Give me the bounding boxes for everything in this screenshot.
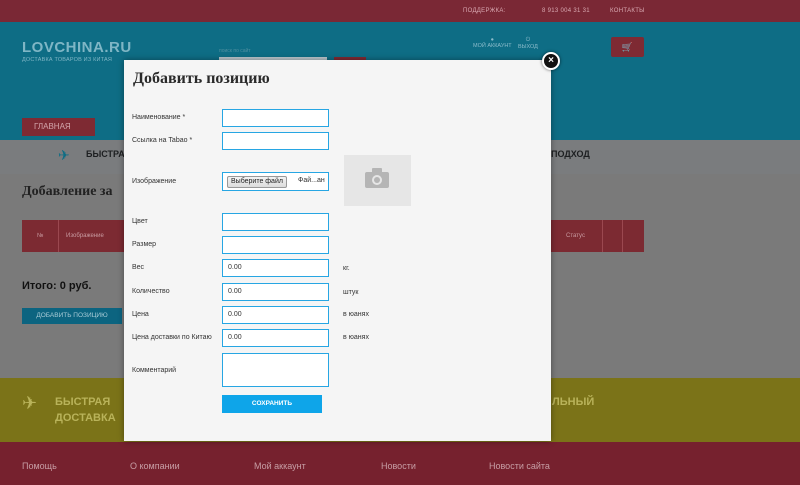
cart-icon: 🛒 <box>621 42 634 52</box>
file-status: Фай...ан <box>298 177 325 184</box>
price-input[interactable]: 0.00 <box>222 306 329 324</box>
delivery-price-unit: в юанях <box>343 334 369 341</box>
close-icon: × <box>548 55 554 66</box>
banner-fast-line1: БЫСТРАЯ <box>55 396 111 408</box>
image-file-input[interactable]: Выберите файл Фай...ан <box>222 172 329 191</box>
price-label: Цена <box>132 311 149 318</box>
camera-icon <box>365 168 389 188</box>
quantity-unit: штук <box>343 289 359 296</box>
image-label: Изображение <box>132 178 177 185</box>
weight-input[interactable]: 0.00 <box>222 259 329 277</box>
cart-button[interactable]: 🛒 <box>611 37 644 57</box>
logo-tagline: ДОСТАВКА ТОВАРОВ ИЗ КИТАЯ <box>22 57 113 63</box>
color-input[interactable] <box>222 213 329 231</box>
col-image: Изображение <box>66 233 104 239</box>
support-label: ПОДДЕРЖКА: <box>463 8 506 14</box>
size-label: Размер <box>132 241 157 248</box>
banner-right-text: ЛЬНЫЙ <box>552 396 595 408</box>
footer-help[interactable]: Помощь <box>22 461 57 471</box>
top-bar: ПОДДЕРЖКА: 8 913 004 31 31 КОНТАКТЫ <box>0 0 800 22</box>
plane-icon: ✈ <box>58 147 70 163</box>
close-modal-button[interactable]: × <box>542 52 560 70</box>
search-label: поиск по сайт <box>219 48 251 54</box>
footer-site-news[interactable]: Новости сайта <box>489 461 550 471</box>
weight-label: Вес <box>132 264 145 271</box>
name-input[interactable] <box>222 109 329 127</box>
quantity-input[interactable]: 0.00 <box>222 283 329 301</box>
col-number: № <box>37 233 44 239</box>
choose-file-button[interactable]: Выберите файл <box>227 176 287 188</box>
add-item-modal: Добавить позицию Наименование * Ссылка н… <box>124 60 551 441</box>
logout-icon: ⏻ <box>525 37 531 43</box>
support-phone[interactable]: 8 913 004 31 31 <box>542 8 590 14</box>
link-input[interactable] <box>222 132 329 150</box>
save-button[interactable]: СОХРАНИТЬ <box>222 395 322 413</box>
feature-approach: ПОДХОД <box>551 149 590 159</box>
page-title: Добавление за <box>22 184 113 199</box>
modal-title: Добавить позицию <box>133 70 270 87</box>
site-logo[interactable]: LOVCHINA.RU <box>22 39 132 56</box>
delivery-price-label: Цена доставки по Китаю <box>132 334 212 341</box>
nav-home[interactable]: ГЛАВНАЯ <box>22 118 95 136</box>
logout-label: ВЫХОД <box>518 44 538 50</box>
order-total: Итого: 0 руб. <box>22 280 92 292</box>
banner-fast-line2: ДОСТАВКА <box>55 412 116 424</box>
contacts-link[interactable]: КОНТАКТЫ <box>610 8 645 14</box>
color-label: Цвет <box>132 218 148 225</box>
delivery-price-input[interactable]: 0.00 <box>222 329 329 347</box>
add-item-button[interactable]: ДОБАВИТЬ ПОЗИЦИЮ <box>22 308 122 324</box>
account-link[interactable]: ● МОЙ АККАУНТ <box>473 37 512 49</box>
logout-link[interactable]: ⏻ ВЫХОД <box>518 37 538 50</box>
price-unit: в юанях <box>343 311 369 318</box>
size-input[interactable] <box>222 236 329 254</box>
image-placeholder <box>344 155 411 206</box>
footer-news[interactable]: Новости <box>381 461 416 471</box>
footer-account[interactable]: Мой аккаунт <box>254 461 306 471</box>
comment-label: Комментарий <box>132 367 177 374</box>
account-label: МОЙ АККАУНТ <box>473 43 512 49</box>
link-label: Ссылка на Tabao * <box>132 137 193 144</box>
quantity-label: Количество <box>132 288 170 295</box>
col-status: Статус <box>566 233 585 239</box>
comment-textarea[interactable] <box>222 353 329 387</box>
weight-unit: кг. <box>343 265 350 272</box>
footer-about[interactable]: О компании <box>130 461 180 471</box>
name-label: Наименование * <box>132 114 186 121</box>
plane-icon: ✈ <box>22 393 38 413</box>
